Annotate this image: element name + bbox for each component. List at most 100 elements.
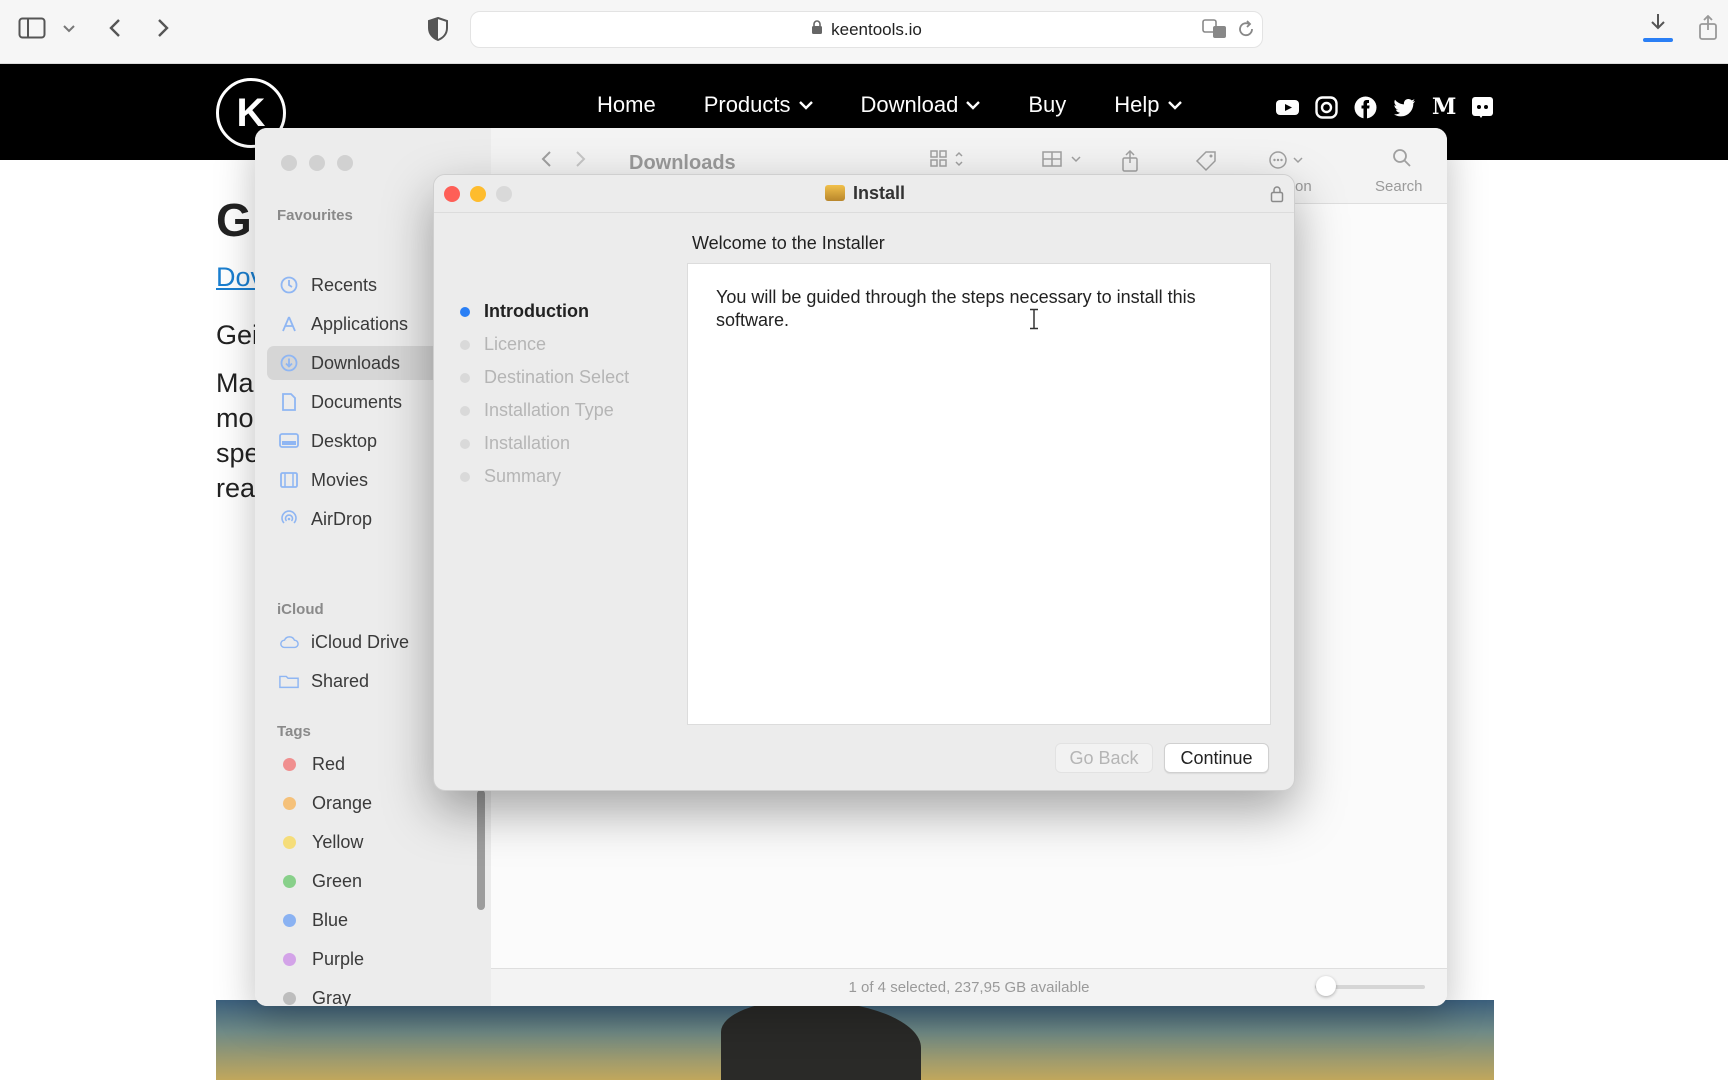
tag-label: Yellow: [312, 831, 364, 852]
minimize-button[interactable]: [309, 155, 325, 171]
step-label: Installation: [484, 433, 571, 453]
lock-icon[interactable]: [1270, 185, 1284, 208]
step-installation-type: Installation Type: [460, 394, 629, 427]
continue-button[interactable]: Continue: [1164, 743, 1269, 773]
discord-icon[interactable]: [1471, 96, 1494, 119]
tag-label: Gray: [312, 987, 352, 1007]
page-text-partial-3: mo: [216, 403, 254, 433]
installer-steps: Introduction Licence Destination Select …: [460, 295, 629, 493]
page-heading-partial: G: [216, 194, 252, 246]
nav-products[interactable]: Products: [704, 92, 813, 118]
instagram-icon[interactable]: [1315, 96, 1338, 119]
toolbar-partial-label: on: [1295, 178, 1312, 195]
nav-download-label: Download: [860, 92, 959, 117]
download-icon: [279, 353, 299, 373]
download-progress-bar: [1643, 38, 1673, 42]
forward-icon[interactable]: [152, 16, 174, 40]
status-text: 1 of 4 selected, 237,95 GB available: [848, 979, 1090, 996]
icon-size-slider-knob[interactable]: [1316, 976, 1336, 996]
desktop-icon: [279, 431, 299, 451]
sidebar-item-label: Shared: [311, 670, 370, 691]
reload-icon[interactable]: [1236, 18, 1256, 40]
nav-buy-label: Buy: [1028, 92, 1067, 117]
shared-folder-icon: [279, 671, 299, 691]
sidebar-item-label: Documents: [311, 391, 403, 412]
nav-home[interactable]: Home: [597, 92, 656, 118]
sidebar-tag-blue[interactable]: Blue: [267, 903, 485, 937]
step-introduction: Introduction: [460, 295, 629, 328]
nav-download[interactable]: Download: [861, 92, 981, 118]
document-icon: [279, 392, 299, 412]
chevron-down-icon: [1167, 100, 1182, 110]
medium-icon[interactable]: M: [1432, 96, 1456, 119]
forward-icon[interactable]: [575, 150, 587, 173]
installer-title: Install: [434, 183, 1294, 204]
group-icon[interactable]: [1042, 150, 1084, 173]
step-label: Licence: [484, 334, 547, 354]
step-label: Introduction: [484, 301, 589, 321]
close-button[interactable]: [281, 155, 297, 171]
chevron-down-icon[interactable]: [60, 20, 78, 38]
translate-icon[interactable]: [1202, 18, 1228, 40]
sidebar-tag-green[interactable]: Green: [267, 864, 485, 898]
shield-icon[interactable]: [426, 16, 450, 42]
nav-products-label: Products: [703, 92, 791, 117]
step-label: Summary: [484, 466, 562, 486]
sidebar-tag-orange[interactable]: Orange: [267, 786, 485, 820]
step-destination-select: Destination Select: [460, 361, 629, 394]
step-dot: [460, 339, 470, 350]
more-actions-icon[interactable]: [1268, 150, 1308, 175]
chevron-down-icon: [798, 100, 813, 110]
airdrop-icon: [279, 509, 299, 529]
go-back-button[interactable]: Go Back: [1055, 743, 1153, 773]
finder-status-bar: 1 of 4 selected, 237,95 GB available: [491, 968, 1447, 1006]
applications-icon: [279, 314, 299, 334]
sidebar-item-label: Desktop: [311, 430, 378, 451]
favourites-heading: Favourites: [277, 207, 353, 224]
nav-help-label: Help: [1114, 92, 1160, 117]
browser-toolbar: keentools.io: [0, 0, 1728, 64]
zoom-button[interactable]: [337, 155, 353, 171]
step-label: Installation Type: [484, 400, 614, 420]
grid-view-icon[interactable]: [930, 150, 966, 173]
facebook-icon[interactable]: [1354, 96, 1377, 119]
back-icon[interactable]: [540, 150, 552, 173]
sidebar-tag-purple[interactable]: Purple: [267, 942, 485, 976]
sidebar-scrollbar[interactable]: [477, 790, 485, 910]
installer-heading: Welcome to the Installer: [692, 233, 885, 253]
installer-title-text: Install: [852, 183, 905, 203]
page-text-partial-5: rea: [216, 473, 256, 503]
sidebar-toggle-icon[interactable]: [18, 16, 46, 40]
sidebar-tag-yellow[interactable]: Yellow: [267, 825, 485, 859]
step-licence: Licence: [460, 328, 629, 361]
tag-label: Blue: [312, 909, 349, 930]
step-label: Destination Select: [484, 367, 630, 387]
lock-icon: [811, 19, 823, 40]
page-text-partial-2: Ma: [216, 368, 254, 398]
step-dot: [460, 372, 470, 383]
address-text: keentools.io: [831, 19, 922, 39]
hero-figure: [721, 1000, 921, 1080]
downloads-icon[interactable]: [1645, 12, 1671, 36]
sidebar-item-label: Applications: [311, 313, 409, 334]
address-bar[interactable]: keentools.io: [470, 11, 1263, 48]
sidebar-tag-gray[interactable]: Gray: [267, 981, 485, 1006]
share-icon[interactable]: [1121, 149, 1139, 177]
search-icon[interactable]: [1392, 148, 1412, 173]
tag-dot: [283, 835, 296, 849]
text-cursor-icon: [1029, 308, 1039, 336]
tag-label: Green: [312, 870, 363, 891]
step-dot: [460, 405, 470, 416]
tags-heading: Tags: [277, 723, 311, 740]
tag-label: Orange: [312, 792, 373, 813]
nav-buy[interactable]: Buy: [1028, 92, 1066, 118]
nav-help[interactable]: Help: [1114, 92, 1182, 118]
installer-dialog: Install Welcome to the Installer Introdu…: [433, 174, 1295, 791]
youtube-icon[interactable]: [1276, 96, 1299, 119]
back-icon[interactable]: [104, 16, 126, 40]
share-icon[interactable]: [1696, 14, 1720, 42]
tag-icon[interactable]: [1195, 150, 1217, 177]
tag-dot: [283, 913, 296, 927]
twitter-icon[interactable]: [1393, 96, 1416, 119]
page-text-partial-1: Gei: [216, 320, 259, 350]
